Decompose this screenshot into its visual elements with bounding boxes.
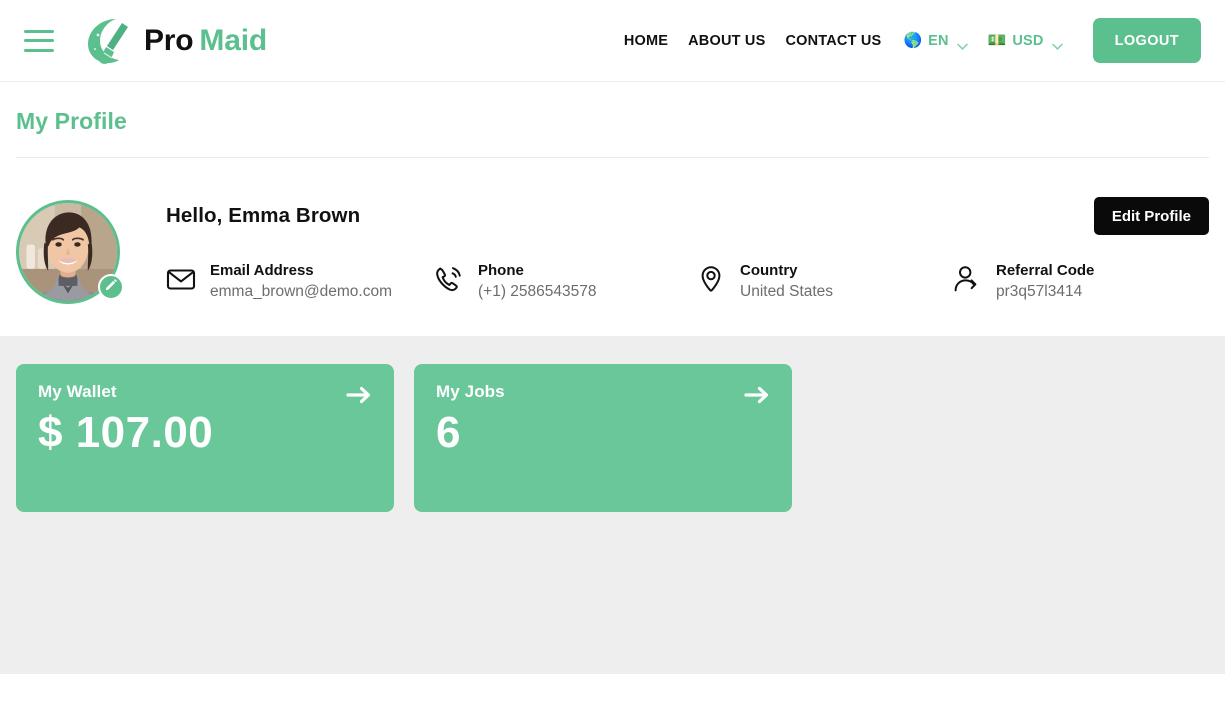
user-share-icon bbox=[952, 264, 982, 294]
stat-card-my-wallet[interactable]: My Wallet $ 107.00 bbox=[16, 364, 394, 512]
info-label: Email Address bbox=[210, 262, 314, 279]
hamburger-menu-icon[interactable] bbox=[24, 29, 54, 52]
broom-logo-icon bbox=[78, 13, 134, 69]
info-value: (+1) 2586543578 bbox=[478, 283, 597, 301]
chevron-down-icon bbox=[956, 37, 968, 50]
info-value: emma_brown@demo.com bbox=[210, 283, 392, 301]
globe-icon: 🌎 bbox=[903, 32, 923, 49]
envelope-icon bbox=[166, 264, 196, 294]
page-title: My Profile bbox=[16, 108, 127, 134]
greeting-text: Hello, Emma Brown bbox=[166, 204, 361, 227]
info-text: Email Address emma_brown@demo.com bbox=[210, 261, 392, 303]
map-pin-icon bbox=[696, 264, 726, 294]
profile-section: Hello, Emma Brown Edit Profile Email Add… bbox=[0, 158, 1225, 336]
hamburger-bar bbox=[24, 39, 54, 42]
site-header: Pro Maid HOME ABOUT US CONTACT US 🌎 EN 💵 … bbox=[0, 0, 1225, 82]
stat-card-value: $ 107.00 bbox=[38, 408, 214, 457]
edit-avatar-button[interactable] bbox=[98, 274, 124, 300]
brand-name: Pro Maid bbox=[144, 24, 267, 58]
info-label: Phone bbox=[478, 262, 524, 279]
edit-profile-button[interactable]: Edit Profile bbox=[1093, 197, 1209, 235]
logout-button[interactable]: LOGOUT bbox=[1092, 18, 1201, 63]
nav-item-contact-us[interactable]: CONTACT US bbox=[775, 25, 891, 57]
hamburger-bar bbox=[24, 29, 54, 33]
currency-code: USD bbox=[1012, 32, 1044, 49]
stat-card-header: My Wallet bbox=[38, 382, 372, 406]
info-value: United States bbox=[740, 283, 834, 301]
phone-ring-icon bbox=[434, 264, 464, 294]
nav-item-home[interactable]: HOME bbox=[614, 25, 678, 57]
arrow-right-icon[interactable] bbox=[744, 384, 770, 406]
profile-info-grid: Email Address emma_brown@demo.com Phone bbox=[166, 261, 1209, 303]
info-label: Country bbox=[740, 262, 798, 279]
stat-card-label: My Wallet bbox=[38, 382, 117, 401]
stat-card-header: My Jobs bbox=[436, 382, 770, 406]
language-code: EN bbox=[928, 32, 949, 49]
info-item-phone: Phone (+1) 2586543578 bbox=[434, 261, 696, 303]
banknote-icon: 💵 bbox=[987, 32, 1007, 49]
main-navigation: HOME ABOUT US CONTACT US 🌎 EN 💵 USD LOGO… bbox=[614, 18, 1225, 63]
stats-row: My Wallet $ 107.00 My Jobs 6 bbox=[16, 364, 1209, 512]
stat-card-my-jobs[interactable]: My Jobs 6 bbox=[414, 364, 792, 512]
info-text: Referral Code pr3q57l3414 bbox=[996, 261, 1094, 303]
profile-row: Hello, Emma Brown Edit Profile Email Add… bbox=[16, 196, 1209, 304]
info-label: Referral Code bbox=[996, 262, 1095, 279]
chevron-down-icon bbox=[1051, 37, 1063, 50]
greeting-row: Hello, Emma Brown Edit Profile bbox=[166, 196, 1209, 236]
arrow-right-icon[interactable] bbox=[346, 384, 372, 406]
avatar-container bbox=[16, 200, 124, 304]
info-text: Country United States bbox=[740, 261, 833, 303]
info-item-referral-code: Referral Code pr3q57l3414 bbox=[952, 261, 1209, 303]
pencil-icon bbox=[105, 278, 117, 296]
info-item-country: Country United States bbox=[696, 261, 952, 303]
page-footer-strip bbox=[0, 674, 1225, 701]
currency-selector[interactable]: 💵 USD bbox=[976, 25, 1071, 57]
profile-details: Hello, Emma Brown Edit Profile Email Add… bbox=[166, 196, 1209, 303]
stat-card-value: 6 bbox=[436, 408, 461, 457]
stat-card-label: My Jobs bbox=[436, 382, 505, 401]
stats-section: My Wallet $ 107.00 My Jobs 6 bbox=[0, 336, 1225, 674]
brand-name-secondary: Maid bbox=[199, 23, 267, 57]
language-selector[interactable]: 🌎 EN bbox=[891, 25, 975, 57]
brand-name-primary: Pro bbox=[144, 23, 194, 57]
hamburger-bar bbox=[24, 48, 54, 52]
info-value: pr3q57l3414 bbox=[996, 283, 1083, 301]
page-title-section: My Profile bbox=[0, 82, 1225, 158]
nav-item-about-us[interactable]: ABOUT US bbox=[678, 25, 775, 57]
info-text: Phone (+1) 2586543578 bbox=[478, 261, 597, 303]
info-item-email: Email Address emma_brown@demo.com bbox=[166, 261, 434, 303]
brand-logo-link[interactable]: Pro Maid bbox=[78, 13, 267, 69]
